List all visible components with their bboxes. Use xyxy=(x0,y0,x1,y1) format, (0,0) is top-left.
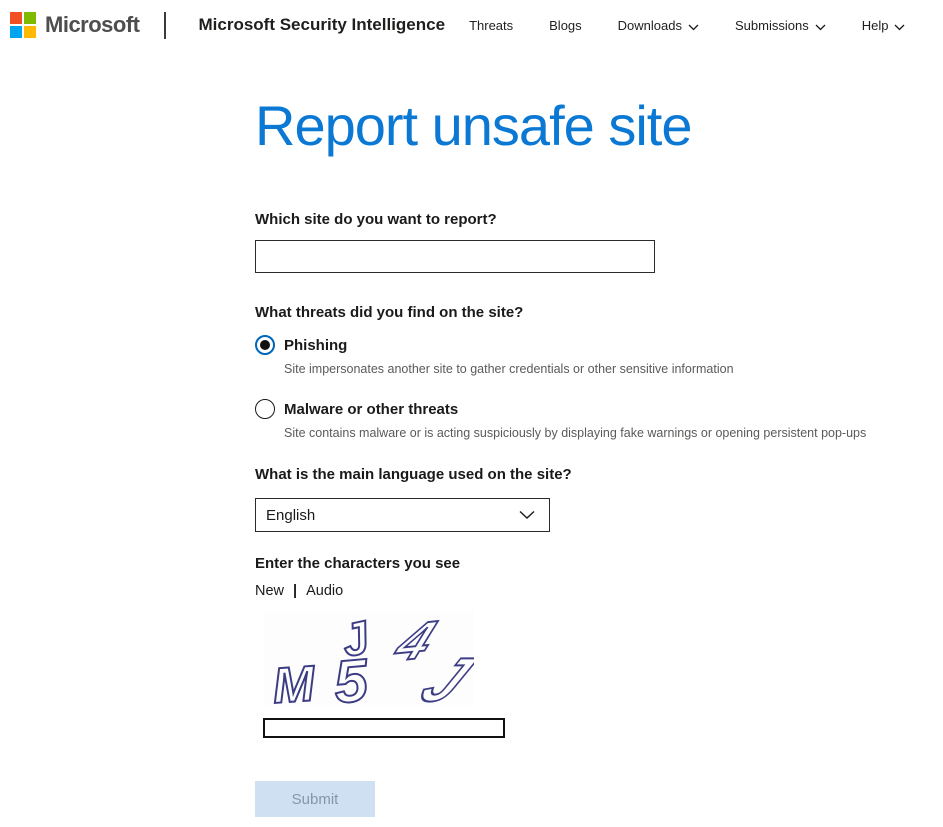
nav-item-label: Downloads xyxy=(618,18,682,33)
logo-square-red xyxy=(10,12,22,24)
nav-item-label: Help xyxy=(862,18,889,33)
language-question-section: What is the main language used on the si… xyxy=(255,466,943,532)
captcha-links-divider: | xyxy=(293,583,297,599)
header-divider xyxy=(164,12,166,39)
logo-square-yellow xyxy=(24,26,36,38)
chevron-down-icon xyxy=(894,19,905,34)
microsoft-logo-icon xyxy=(10,12,36,38)
threat-question-section: What threats did you find on the site? P… xyxy=(255,304,943,440)
main-content: Report unsafe site Which site do you wan… xyxy=(0,94,943,817)
captcha-char: 4 xyxy=(386,611,444,673)
nav-item-threats[interactable]: Threats xyxy=(469,18,513,33)
threat-option-phishing: Phishing Site impersonates another site … xyxy=(255,335,943,376)
captcha-image: J 4 M 5 J xyxy=(264,611,474,705)
site-title[interactable]: Microsoft Security Intelligence xyxy=(199,15,446,35)
chevron-down-icon xyxy=(519,507,535,524)
nav-item-label: Threats xyxy=(469,18,513,33)
radio-malware-label: Malware or other threats xyxy=(284,401,458,418)
nav-item-help[interactable]: Help xyxy=(862,17,906,34)
captcha-char: M xyxy=(271,656,318,706)
logo-square-green xyxy=(24,12,36,24)
header: Microsoft Microsoft Security Intelligenc… xyxy=(0,0,943,50)
page-title: Report unsafe site xyxy=(255,94,943,158)
language-select[interactable]: English xyxy=(255,498,550,532)
nav-item-label: Submissions xyxy=(735,18,809,33)
language-selected-value: English xyxy=(266,507,315,524)
language-question-label: What is the main language used on the si… xyxy=(255,466,943,483)
radio-malware[interactable]: Malware or other threats xyxy=(255,399,943,419)
radio-phishing[interactable]: Phishing xyxy=(255,335,943,355)
captcha-new-link[interactable]: New xyxy=(255,583,284,599)
captcha-section: Enter the characters you see New | Audio… xyxy=(255,555,943,738)
radio-unselected-icon xyxy=(255,399,275,419)
chevron-down-icon xyxy=(815,19,826,34)
microsoft-logo[interactable]: Microsoft xyxy=(10,12,140,38)
submit-button[interactable]: Submit xyxy=(255,781,375,817)
radio-selected-icon xyxy=(255,335,275,355)
site-url-input[interactable] xyxy=(255,240,655,273)
site-question-label: Which site do you want to report? xyxy=(255,211,943,228)
radio-dot xyxy=(260,340,270,350)
threat-option-malware: Malware or other threats Site contains m… xyxy=(255,399,943,440)
chevron-down-icon xyxy=(688,19,699,34)
radio-phishing-label: Phishing xyxy=(284,337,347,354)
microsoft-wordmark: Microsoft xyxy=(45,12,140,38)
nav-item-blogs[interactable]: Blogs xyxy=(549,18,582,33)
radio-malware-description: Site contains malware or is acting suspi… xyxy=(284,426,943,440)
threat-question-label: What threats did you find on the site? xyxy=(255,304,943,321)
radio-phishing-description: Site impersonates another site to gather… xyxy=(284,362,943,376)
captcha-links: New | Audio xyxy=(255,583,943,599)
nav-item-label: Blogs xyxy=(549,18,582,33)
site-question-section: Which site do you want to report? xyxy=(255,211,943,273)
logo-square-blue xyxy=(10,26,22,38)
captcha-audio-link[interactable]: Audio xyxy=(306,583,343,599)
nav-item-submissions[interactable]: Submissions xyxy=(735,17,826,34)
captcha-input[interactable] xyxy=(263,718,505,738)
main-nav: Threats Blogs Downloads Submissions Help xyxy=(469,17,905,34)
captcha-label: Enter the characters you see xyxy=(255,555,943,572)
nav-item-downloads[interactable]: Downloads xyxy=(618,17,699,34)
